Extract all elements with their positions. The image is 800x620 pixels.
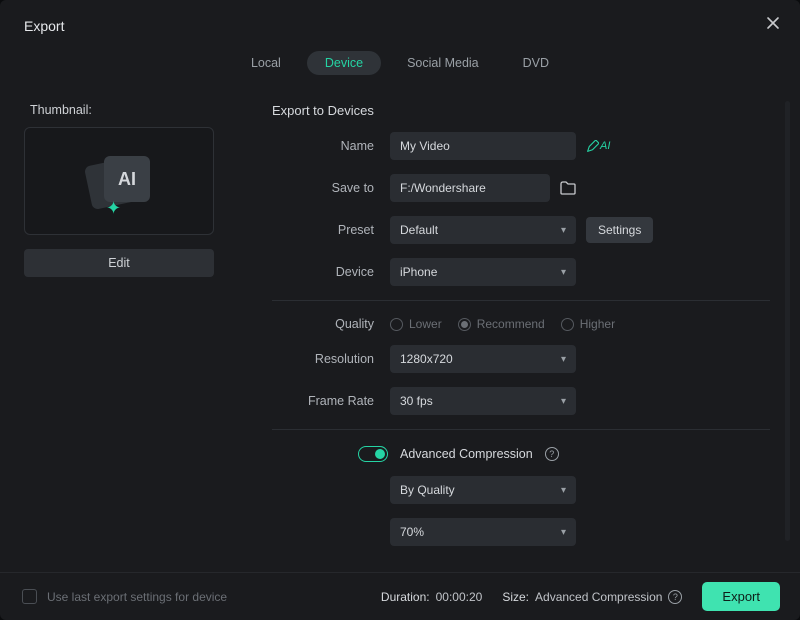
- window-title: Export: [24, 18, 64, 34]
- edit-thumbnail-button[interactable]: Edit: [24, 249, 214, 277]
- name-input[interactable]: [390, 132, 576, 160]
- quality-label: Quality: [260, 317, 390, 331]
- tab-social-media[interactable]: Social Media: [389, 51, 497, 75]
- scrollbar[interactable]: [785, 101, 790, 541]
- size-display: Size:Advanced Compression ?: [502, 590, 682, 604]
- preset-settings-button[interactable]: Settings: [586, 217, 653, 243]
- quality-radio-recommend[interactable]: Recommend: [458, 317, 545, 331]
- quality-radio-higher[interactable]: Higher: [561, 317, 615, 331]
- advanced-compression-toggle[interactable]: [358, 446, 388, 462]
- browse-folder-icon[interactable]: [560, 181, 576, 195]
- sparkle-icon: ✦: [106, 198, 121, 219]
- thumbnail-label: Thumbnail:: [30, 103, 238, 117]
- divider: [272, 300, 770, 301]
- divider: [272, 429, 770, 430]
- tab-local[interactable]: Local: [233, 51, 299, 75]
- duration-display: Duration:00:00:20: [381, 590, 482, 604]
- chevron-down-icon: ▾: [561, 527, 566, 538]
- chevron-down-icon: ▾: [561, 396, 566, 407]
- chevron-down-icon: ▾: [561, 485, 566, 496]
- frame-rate-label: Frame Rate: [260, 394, 390, 408]
- preset-label: Preset: [260, 223, 390, 237]
- section-title: Export to Devices: [272, 103, 782, 118]
- resolution-label: Resolution: [260, 352, 390, 366]
- chevron-down-icon: ▾: [561, 354, 566, 365]
- device-select[interactable]: iPhone ▾: [390, 258, 576, 286]
- thumbnail-preview[interactable]: AI ✦: [24, 127, 214, 235]
- preset-select[interactable]: Default ▾: [390, 216, 576, 244]
- ai-badge-icon: AI: [104, 156, 150, 202]
- chevron-down-icon: ▾: [561, 267, 566, 278]
- help-icon[interactable]: ?: [545, 447, 559, 461]
- help-icon[interactable]: ?: [668, 590, 682, 604]
- tab-dvd[interactable]: DVD: [505, 51, 567, 75]
- resolution-select[interactable]: 1280x720 ▾: [390, 345, 576, 373]
- export-button[interactable]: Export: [702, 582, 780, 611]
- compression-mode-select[interactable]: By Quality ▾: [390, 476, 576, 504]
- name-label: Name: [260, 139, 390, 153]
- device-label: Device: [260, 265, 390, 279]
- tab-device[interactable]: Device: [307, 51, 381, 75]
- advanced-compression-label: Advanced Compression: [400, 447, 533, 461]
- frame-rate-select[interactable]: 30 fps ▾: [390, 387, 576, 415]
- quality-radio-lower[interactable]: Lower: [390, 317, 442, 331]
- ai-rename-button[interactable]: AI: [586, 140, 610, 153]
- chevron-down-icon: ▾: [561, 225, 566, 236]
- use-last-settings-label: Use last export settings for device: [47, 590, 227, 604]
- use-last-settings-checkbox[interactable]: [22, 589, 37, 604]
- export-tabs: Local Device Social Media DVD: [0, 45, 800, 89]
- compression-value-select[interactable]: 70% ▾: [390, 518, 576, 546]
- close-icon[interactable]: [766, 16, 780, 35]
- save-to-label: Save to: [260, 181, 390, 195]
- save-to-input[interactable]: [390, 174, 550, 202]
